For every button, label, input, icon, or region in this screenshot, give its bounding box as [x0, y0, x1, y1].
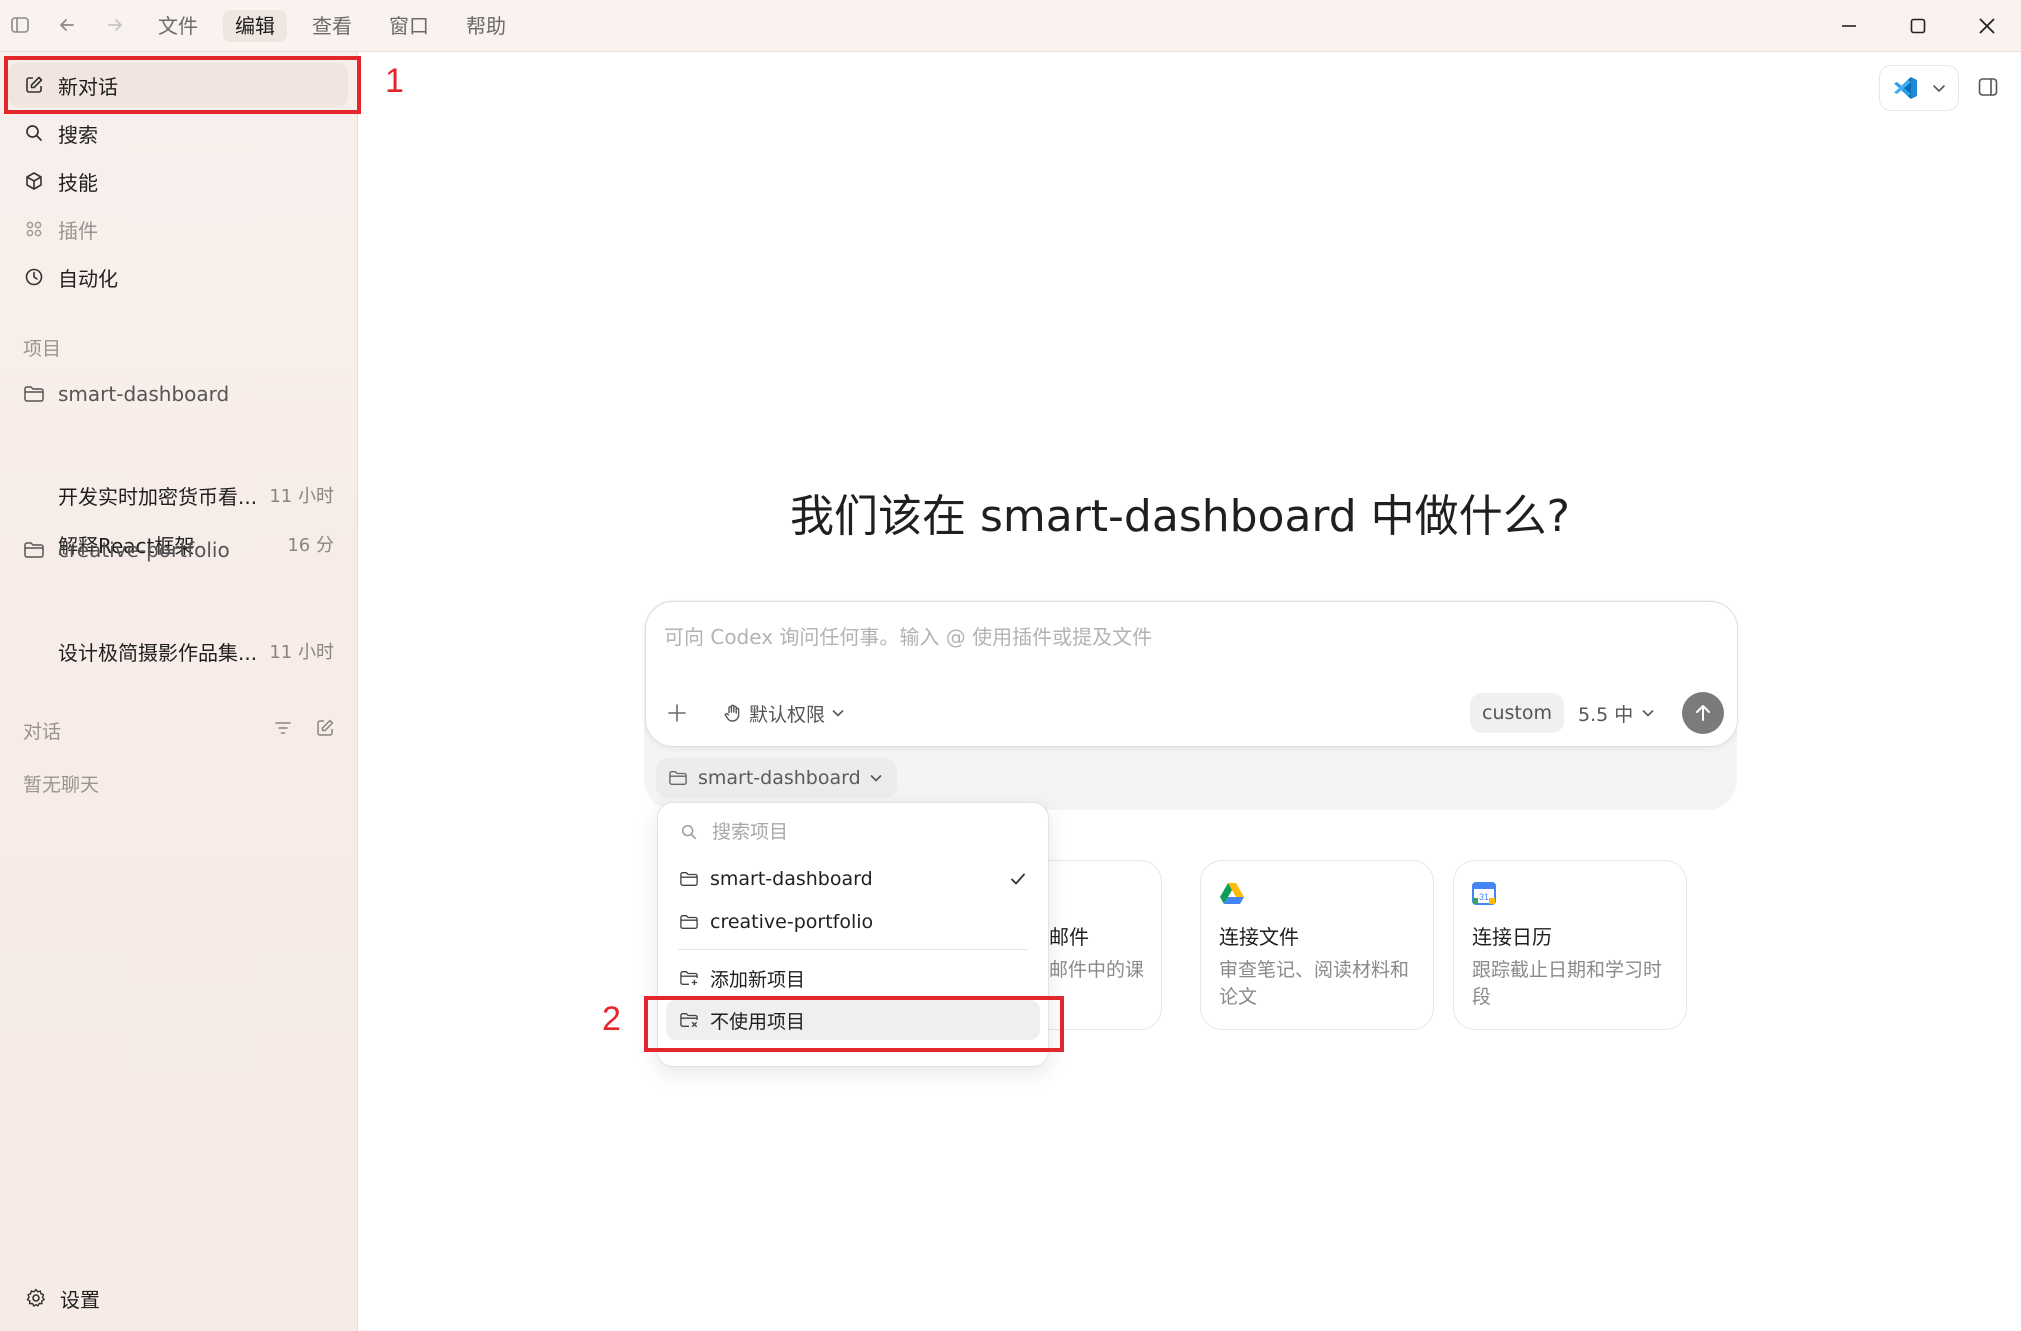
- folder-icon: [678, 911, 700, 933]
- annotation-number-2: 2: [602, 1000, 621, 1038]
- sidebar-item-label: 插件: [58, 218, 98, 243]
- folder-icon: [22, 382, 46, 406]
- menu-help[interactable]: 帮助: [454, 10, 518, 42]
- project-search[interactable]: [666, 813, 1040, 851]
- sidebar-item-plugins[interactable]: 插件: [8, 207, 348, 251]
- open-in-editor-button[interactable]: [1879, 65, 1959, 111]
- sidebar-toggle-icon[interactable]: [6, 11, 34, 39]
- sidebar-item-automation[interactable]: 自动化: [8, 255, 348, 299]
- menu-file[interactable]: 文件: [146, 10, 210, 42]
- thread-title: 开发实时加密货币看...: [58, 484, 258, 509]
- thread-time: 11 小时: [269, 486, 334, 507]
- no-chats-text: 暂无聊天: [23, 774, 100, 796]
- cube-icon: [22, 169, 46, 193]
- chevron-down-icon: [1931, 80, 1947, 96]
- thread-time: 11 小时: [269, 642, 334, 663]
- dropdown-divider: [678, 949, 1028, 950]
- card-description: 审查笔记、阅读材料和论文: [1219, 959, 1410, 1008]
- annotation-number-1: 1: [385, 62, 404, 100]
- menu-window[interactable]: 窗口: [377, 10, 441, 42]
- menu-edit[interactable]: 编辑: [223, 10, 287, 42]
- chats-section-title: 对话: [23, 721, 62, 743]
- page-title: 我们该在 smart-dashboard 中做什么?: [789, 491, 1571, 542]
- clock-icon: [22, 265, 46, 289]
- permission-dropdown[interactable]: 默认权限: [717, 693, 851, 733]
- folder-icon: [668, 769, 688, 787]
- chevron-down-icon: [1641, 706, 1655, 720]
- hand-icon: [723, 703, 743, 723]
- google-drive-icon: [1219, 881, 1245, 907]
- sidebar-item-label: 搜索: [58, 122, 98, 147]
- search-icon: [678, 821, 700, 843]
- sidebar-item-label: 技能: [58, 170, 98, 195]
- custom-label: custom: [1482, 702, 1552, 724]
- dropdown-project-creative-portfolio[interactable]: creative-portfolio: [666, 902, 1040, 942]
- dropdown-project-smart-dashboard[interactable]: smart-dashboard: [666, 859, 1040, 899]
- permission-label: 默认权限: [749, 703, 826, 726]
- annotation-box-2: [644, 996, 1064, 1052]
- folder-icon: [22, 538, 46, 562]
- suggestion-card-files[interactable]: 连接文件 审查笔记、阅读材料和论文: [1200, 860, 1434, 1030]
- grid-dots-icon: [22, 217, 46, 241]
- folder-plus-icon: [678, 967, 700, 989]
- svg-text:31: 31: [1479, 892, 1489, 902]
- project-selector[interactable]: smart-dashboard: [656, 758, 897, 798]
- sidebar-item-label: 自动化: [58, 266, 118, 291]
- thread-item[interactable]: 开发实时加密货币看... 11 小时: [58, 475, 334, 515]
- project-search-input[interactable]: [710, 820, 1014, 844]
- folder-icon: [678, 868, 700, 890]
- search-icon: [22, 121, 46, 145]
- vscode-icon: [1891, 74, 1919, 102]
- checkmark-icon: [1008, 869, 1028, 889]
- forward-arrow-icon[interactable]: [101, 11, 129, 39]
- menu-view[interactable]: 查看: [300, 10, 364, 42]
- filter-icon[interactable]: [272, 717, 296, 741]
- new-chat-icon[interactable]: [314, 717, 338, 741]
- thread-item[interactable]: 设计极简摄影作品集... 11 小时: [58, 631, 334, 671]
- minimize-button[interactable]: [1824, 6, 1874, 46]
- add-new-project-button[interactable]: 添加新项目: [666, 958, 1040, 998]
- thread-title: 设计极简摄影作品集...: [58, 640, 258, 665]
- maximize-button[interactable]: [1893, 6, 1943, 46]
- card-title: 邮件: [1049, 925, 1089, 949]
- dropdown-item-label: creative-portfolio: [710, 911, 874, 933]
- close-button[interactable]: [1962, 6, 2012, 46]
- sidebar-item-skills[interactable]: 技能: [8, 159, 348, 203]
- project-selector-label: smart-dashboard: [698, 767, 861, 789]
- project-name: smart-dashboard: [58, 382, 230, 406]
- suggestion-card-calendar[interactable]: 31 连接日历 跟踪截止日期和学习时段: [1453, 860, 1687, 1030]
- dropdown-item-label: 添加新项目: [710, 968, 806, 991]
- gear-icon: [24, 1286, 48, 1310]
- settings-label: 设置: [60, 1287, 100, 1312]
- title-bar: 文件 编辑 查看 窗口 帮助: [0, 0, 2021, 52]
- settings-button[interactable]: 设置: [8, 1276, 348, 1320]
- project-folder-smart-dashboard[interactable]: smart-dashboard: [8, 372, 348, 416]
- project-name: creative-portfolio: [58, 538, 230, 562]
- prompt-input[interactable]: [662, 620, 1716, 654]
- back-arrow-icon[interactable]: [53, 11, 81, 39]
- chevron-down-icon: [869, 771, 883, 785]
- card-title: 连接日历: [1472, 925, 1552, 949]
- card-description: 邮件中的课: [1049, 959, 1145, 981]
- chevron-down-icon: [831, 706, 845, 720]
- model-dropdown[interactable]: 5.5 中: [1572, 693, 1661, 733]
- arrow-up-icon: [1692, 702, 1714, 724]
- project-folder-creative-portfolio[interactable]: creative-portfolio: [8, 528, 348, 572]
- send-button[interactable]: [1682, 692, 1724, 734]
- annotation-box-1: [4, 56, 361, 114]
- card-description: 跟踪截止日期和学习时段: [1472, 959, 1663, 1008]
- panel-toggle-icon[interactable]: [1973, 72, 2003, 102]
- custom-mode-chip[interactable]: custom: [1470, 693, 1564, 733]
- model-label: 5.5 中: [1578, 703, 1634, 726]
- calendar-icon: 31: [1472, 881, 1498, 907]
- sidebar: 新对话 搜索 技能 插件 自动化 项目 smart-dashboard 开发实时…: [0, 52, 358, 1331]
- add-attachment-button[interactable]: [662, 693, 692, 733]
- card-title: 连接文件: [1219, 925, 1299, 949]
- sidebar-item-search[interactable]: 搜索: [8, 111, 348, 155]
- plus-icon: [666, 702, 688, 724]
- dropdown-item-label: smart-dashboard: [710, 868, 873, 890]
- projects-section-title: 项目: [23, 338, 62, 360]
